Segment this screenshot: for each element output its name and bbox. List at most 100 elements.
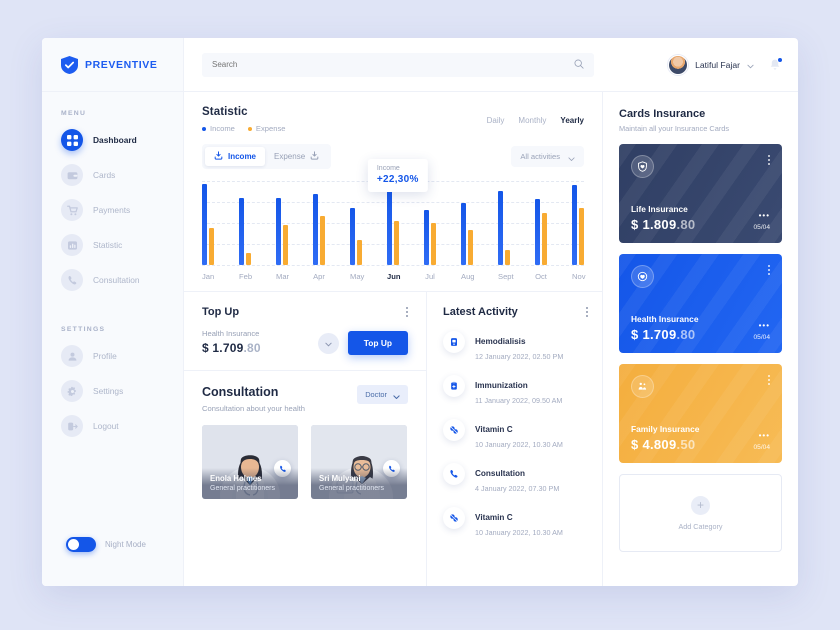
chart-bar-expense[interactable]	[209, 228, 214, 265]
activity-item[interactable]: Immunization 11 January 2022, 09.50 AM	[443, 375, 588, 405]
download-icon	[310, 151, 319, 162]
period-daily[interactable]: Daily	[487, 116, 505, 125]
chart-bar-income[interactable]	[350, 207, 355, 265]
chart-bar-income[interactable]	[535, 199, 540, 265]
income-expense-toggle: Income Expense	[202, 144, 332, 169]
segment-expense[interactable]: Expense	[265, 147, 328, 166]
activity-title: Vitamin C	[475, 513, 513, 522]
chart-bar-income[interactable]	[424, 209, 429, 265]
top-up-amount: $ 1.709.80	[202, 341, 261, 355]
sidebar-item-logout[interactable]: Logout	[61, 415, 183, 437]
tooltip-value: +22,30%	[376, 174, 419, 185]
sidebar-item-dashboard[interactable]: Dashboard	[61, 129, 183, 151]
period-yearly[interactable]: Yearly	[560, 116, 584, 125]
chart-bar-group[interactable]	[424, 181, 436, 265]
chart-bar-expense[interactable]	[394, 221, 399, 265]
activity-item[interactable]: Hemodialisis 12 January 2022, 02.50 PM	[443, 331, 588, 361]
chart-bar-group[interactable]	[350, 181, 362, 265]
activity-item[interactable]: Vitamin C 10 January 2022, 10.30 AM	[443, 507, 588, 537]
chart-bar-income[interactable]	[387, 183, 392, 265]
doctor-card[interactable]: Enola Holmes General practitioners	[202, 425, 298, 499]
chart-bar-group[interactable]	[498, 181, 510, 265]
latest-activity-list: Hemodialisis 12 January 2022, 02.50 PM Imm…	[443, 331, 588, 537]
chart-bar-expense[interactable]	[431, 223, 436, 265]
notification-bell[interactable]	[768, 56, 783, 72]
night-mode-toggle[interactable]	[66, 537, 96, 552]
top-up-body: Health Insurance $ 1.709.80 Top Up	[202, 329, 408, 355]
sidebar-item-statistic[interactable]: Statistic	[61, 234, 183, 256]
top-up-title: Top Up	[202, 306, 240, 318]
period-monthly[interactable]: Monthly	[518, 116, 546, 125]
activities-filter-label: All activities	[520, 152, 560, 161]
sidebar-item-profile[interactable]: Profile	[61, 345, 183, 367]
chart-bar-group[interactable]	[313, 181, 325, 265]
activity-date: 10 January 2022, 10.30 AM	[475, 440, 563, 449]
segment-income[interactable]: Income	[205, 147, 266, 166]
user-menu[interactable]: Latiful Fajar	[668, 54, 754, 75]
legend-item-income: Income	[202, 124, 235, 133]
top-up-button[interactable]: Top Up	[347, 331, 408, 355]
chart-bar-expense[interactable]	[468, 229, 473, 265]
grid-icon	[61, 129, 83, 151]
top-up-actions: Top Up	[317, 331, 408, 355]
more-options-icon[interactable]	[406, 307, 408, 317]
chart-bar-group[interactable]	[572, 181, 584, 265]
more-options-icon[interactable]	[768, 265, 770, 275]
chart-bars	[202, 181, 584, 265]
chart-bar-income[interactable]	[276, 197, 281, 265]
insurance-card[interactable]: Life Insurance $ 1.809.80 ••• 05/04	[619, 144, 782, 243]
toggle-knob	[68, 539, 79, 550]
chart-bar-expense[interactable]	[357, 239, 362, 265]
top-up-expand-button[interactable]	[317, 332, 339, 354]
activities-filter-dropdown[interactable]: All activities	[511, 146, 584, 167]
chart-bar-income[interactable]	[572, 185, 577, 265]
sidebar-item-settings[interactable]: Settings	[61, 380, 183, 402]
doctor-filter-dropdown[interactable]: Doctor	[357, 385, 408, 404]
chart-icon	[61, 234, 83, 256]
chart-bar-expense[interactable]	[542, 212, 547, 265]
chart-bar-group[interactable]	[387, 181, 399, 265]
chart-bar-group[interactable]	[239, 181, 251, 265]
sidebar-item-label: Payments	[93, 205, 131, 215]
activity-item[interactable]: Vitamin C 10 January 2022, 10.30 AM	[443, 419, 588, 449]
top-bar-right: Latiful Fajar	[668, 54, 783, 75]
more-options-icon[interactable]	[768, 155, 770, 165]
sidebar-item-payments[interactable]: Payments	[61, 199, 183, 221]
chart-bar-income[interactable]	[202, 184, 207, 265]
chart-bar-group[interactable]	[535, 181, 547, 265]
chart-bar-expense[interactable]	[283, 224, 288, 265]
brand-logo[interactable]: PREVENTIVE	[42, 38, 183, 92]
add-category-button[interactable]: + Add Category	[619, 474, 782, 552]
activity-item[interactable]: Consultation 4 January 2022, 07.30 PM	[443, 463, 588, 493]
chart-bar-expense[interactable]	[246, 253, 251, 265]
insurance-card[interactable]: Family Insurance $ 4.809.50 ••• 05/04	[619, 364, 782, 463]
clipboard-icon	[443, 375, 465, 397]
doctor-card[interactable]: Sri Mulyani General practitioners	[311, 425, 407, 499]
chart-bar-expense[interactable]	[505, 249, 510, 265]
chart-month-label: Apr	[313, 272, 325, 281]
cards-insurance-subtitle: Maintain all your Insurance Cards	[619, 124, 730, 133]
insurance-card[interactable]: Health Insurance $ 1.709.80 ••• 05/04	[619, 254, 782, 353]
chart-bar-income[interactable]	[313, 193, 318, 265]
activity-date: 10 January 2022, 10.30 AM	[475, 528, 563, 537]
more-options-icon[interactable]	[768, 375, 770, 385]
sidebar-item-cards[interactable]: Cards	[61, 164, 183, 186]
chart-bar-group[interactable]	[461, 181, 473, 265]
chart-bar-group[interactable]	[276, 181, 288, 265]
chart-bar-expense[interactable]	[579, 207, 584, 265]
chart-bar-income[interactable]	[461, 202, 466, 265]
chart-month-label: Jun	[387, 272, 401, 281]
search-box[interactable]	[202, 52, 594, 77]
chart-bar-income[interactable]	[498, 191, 503, 265]
more-options-icon[interactable]	[586, 307, 588, 317]
family-icon	[631, 375, 654, 398]
doctor-role: General practitioners	[319, 485, 384, 492]
sidebar-item-consultation[interactable]: Consultation	[61, 269, 183, 291]
chart-bar-expense[interactable]	[320, 216, 325, 265]
search-icon[interactable]	[574, 56, 584, 74]
chevron-down-icon[interactable]	[747, 56, 754, 74]
chart-bar-income[interactable]	[239, 197, 244, 265]
chart-bar-group[interactable]	[202, 181, 214, 265]
activity-title: Vitamin C	[475, 425, 513, 434]
search-input[interactable]	[212, 60, 568, 69]
